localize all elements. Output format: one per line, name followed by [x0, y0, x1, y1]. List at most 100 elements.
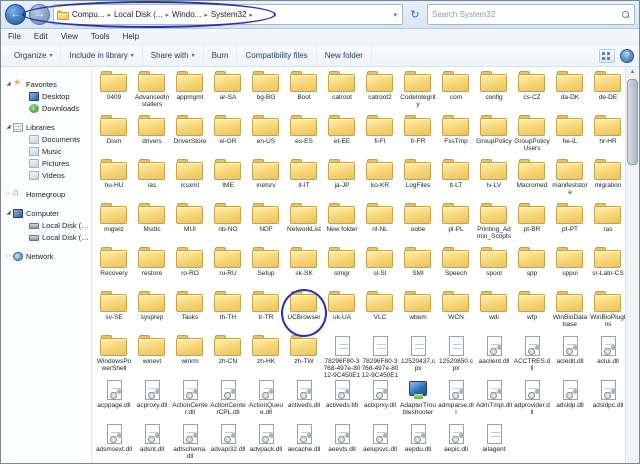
file-item[interactable]: migration — [589, 159, 625, 203]
file-item[interactable]: activeds.dll — [285, 379, 323, 423]
file-item[interactable]: adtschema.dll — [171, 423, 209, 463]
file-item[interactable]: aeevts.dll — [323, 423, 361, 463]
menu-item[interactable]: View — [61, 32, 78, 41]
file-item[interactable]: aepdu.dll — [399, 423, 437, 463]
file-item[interactable]: sv-SE — [95, 291, 133, 335]
file-item[interactable]: MUI — [171, 203, 209, 247]
file-item[interactable]: advapi32.dll — [209, 423, 247, 463]
file-item[interactable]: WinBioPlugIns — [589, 291, 625, 335]
file-item[interactable]: aclui.dll — [589, 335, 625, 379]
file-item[interactable]: et-EE — [323, 115, 361, 159]
refresh-button[interactable]: ↻ — [406, 5, 424, 24]
scroll-up-icon[interactable]: ▲ — [630, 67, 636, 78]
file-item[interactable]: 12520437.cpx — [399, 335, 437, 379]
sidebar-item[interactable]: Local Disk (C:) — [1, 219, 91, 231]
file-item[interactable]: NDF — [247, 203, 285, 247]
expander-icon[interactable] — [5, 210, 12, 216]
file-item[interactable]: WCN — [437, 291, 475, 335]
expander-icon[interactable] — [5, 253, 12, 259]
file-item[interactable]: LogFiles — [399, 159, 437, 203]
file-item[interactable]: hr-HR — [589, 115, 625, 159]
file-item[interactable]: aepic.dll — [437, 423, 475, 463]
file-item[interactable]: adsldpc.dll — [589, 379, 625, 423]
toolbar-button[interactable]: Include in library ▾ — [61, 45, 143, 66]
menu-item[interactable]: Tools — [91, 32, 110, 41]
toolbar-button[interactable]: Compatibility files▾ — [237, 45, 317, 66]
sidebar-item[interactable]: Favorites — [1, 78, 91, 90]
file-item[interactable]: pl-PL — [437, 203, 475, 247]
file-item[interactable]: es-ES — [285, 115, 323, 159]
file-item[interactable]: ActionQueue.dll — [247, 379, 285, 423]
file-item[interactable]: AdvancedInstallers — [133, 71, 171, 115]
help-icon[interactable]: ? — [620, 48, 634, 63]
file-item[interactable]: advpack.dll — [247, 423, 285, 463]
file-item[interactable]: winevt — [133, 335, 171, 379]
file-item[interactable]: adprovider.dll — [513, 379, 551, 423]
file-item[interactable]: ActionCenter.dll — [171, 379, 209, 423]
file-item[interactable]: tr-TR — [247, 291, 285, 335]
file-item[interactable]: Recovery — [95, 247, 133, 291]
file-item[interactable]: pt-PT — [551, 203, 589, 247]
file-item[interactable]: CodeIntegrity — [399, 71, 437, 115]
file-item[interactable]: icsxml — [171, 159, 209, 203]
file-item[interactable]: VLC — [361, 291, 399, 335]
file-item[interactable]: en-US — [247, 115, 285, 159]
menu-item[interactable]: File — [8, 32, 21, 41]
file-item[interactable]: lt-LT — [437, 159, 475, 203]
file-item[interactable]: nl-NL — [361, 203, 399, 247]
expander-icon[interactable] — [5, 191, 12, 197]
file-item[interactable]: 12520850.cpx — [437, 335, 475, 379]
file-item[interactable]: spp — [513, 247, 551, 291]
file-item[interactable]: ru-RU — [209, 247, 247, 291]
file-item[interactable]: acledit.dll — [551, 335, 589, 379]
file-item[interactable]: sr-Latn-CS — [589, 247, 625, 291]
forward-button[interactable]: → — [29, 4, 50, 25]
file-item[interactable]: WinBioDatabase — [551, 291, 589, 335]
file-item[interactable]: manifeststore — [551, 159, 589, 203]
file-item[interactable]: Macromed — [513, 159, 551, 203]
menu-item[interactable]: Edit — [34, 32, 48, 41]
file-item[interactable]: inetsrv — [247, 159, 285, 203]
breadcrumb-segment[interactable]: Compu... ▸ — [72, 10, 114, 19]
file-item[interactable]: config — [475, 71, 513, 115]
file-item[interactable]: ja-JP — [323, 159, 361, 203]
file-item[interactable]: it-IT — [285, 159, 323, 203]
toolbar-button[interactable]: Share with ▾ — [143, 45, 204, 66]
file-item[interactable]: fi-FI — [361, 115, 399, 159]
file-item[interactable]: catroot2 — [361, 71, 399, 115]
sidebar-item[interactable]: Homegroup — [1, 188, 91, 200]
file-item[interactable]: ras — [589, 203, 625, 247]
vertical-scrollbar[interactable]: ▲ — [625, 67, 639, 463]
menu-item[interactable]: Help — [123, 32, 139, 41]
file-item[interactable]: da-DK — [551, 71, 589, 115]
file-item[interactable]: ar-SA — [209, 71, 247, 115]
file-item[interactable]: Tasks — [171, 291, 209, 335]
file-item[interactable]: drivers — [133, 115, 171, 159]
file-item[interactable]: zh-CN — [209, 335, 247, 379]
search-input[interactable] — [432, 10, 622, 19]
scroll-thumb[interactable] — [627, 79, 638, 165]
file-item[interactable]: cs-CZ — [513, 71, 551, 115]
file-item[interactable]: lv-LV — [475, 159, 513, 203]
file-item[interactable]: NetworkList — [285, 203, 323, 247]
file-item[interactable]: bg-BG — [247, 71, 285, 115]
file-item[interactable]: oobe — [399, 203, 437, 247]
file-item[interactable]: Speech — [437, 247, 475, 291]
expander-icon[interactable] — [5, 124, 12, 130]
file-item[interactable]: IME — [209, 159, 247, 203]
file-item[interactable]: aitagent — [475, 423, 513, 463]
file-item[interactable]: 0409 — [95, 71, 133, 115]
file-item[interactable]: wdi — [475, 291, 513, 335]
sidebar-item[interactable]: Videos — [1, 169, 91, 181]
file-item[interactable]: sysprep — [133, 291, 171, 335]
file-item[interactable]: migwiz — [95, 203, 133, 247]
breadcrumb-segment[interactable]: System32 ▸ — [211, 10, 256, 19]
file-item[interactable]: Dism — [95, 115, 133, 159]
file-item[interactable]: UCBrowser — [285, 291, 323, 335]
file-item[interactable]: adsmsext.dll — [95, 423, 133, 463]
file-item[interactable]: FxsTmp — [437, 115, 475, 159]
file-item[interactable]: catroot — [323, 71, 361, 115]
sidebar-item[interactable]: Local Disk (D:) — [1, 231, 91, 243]
breadcrumb-segment[interactable]: Windo... ▸ — [172, 10, 211, 19]
file-item[interactable]: WindowsPowerShell — [95, 335, 133, 379]
